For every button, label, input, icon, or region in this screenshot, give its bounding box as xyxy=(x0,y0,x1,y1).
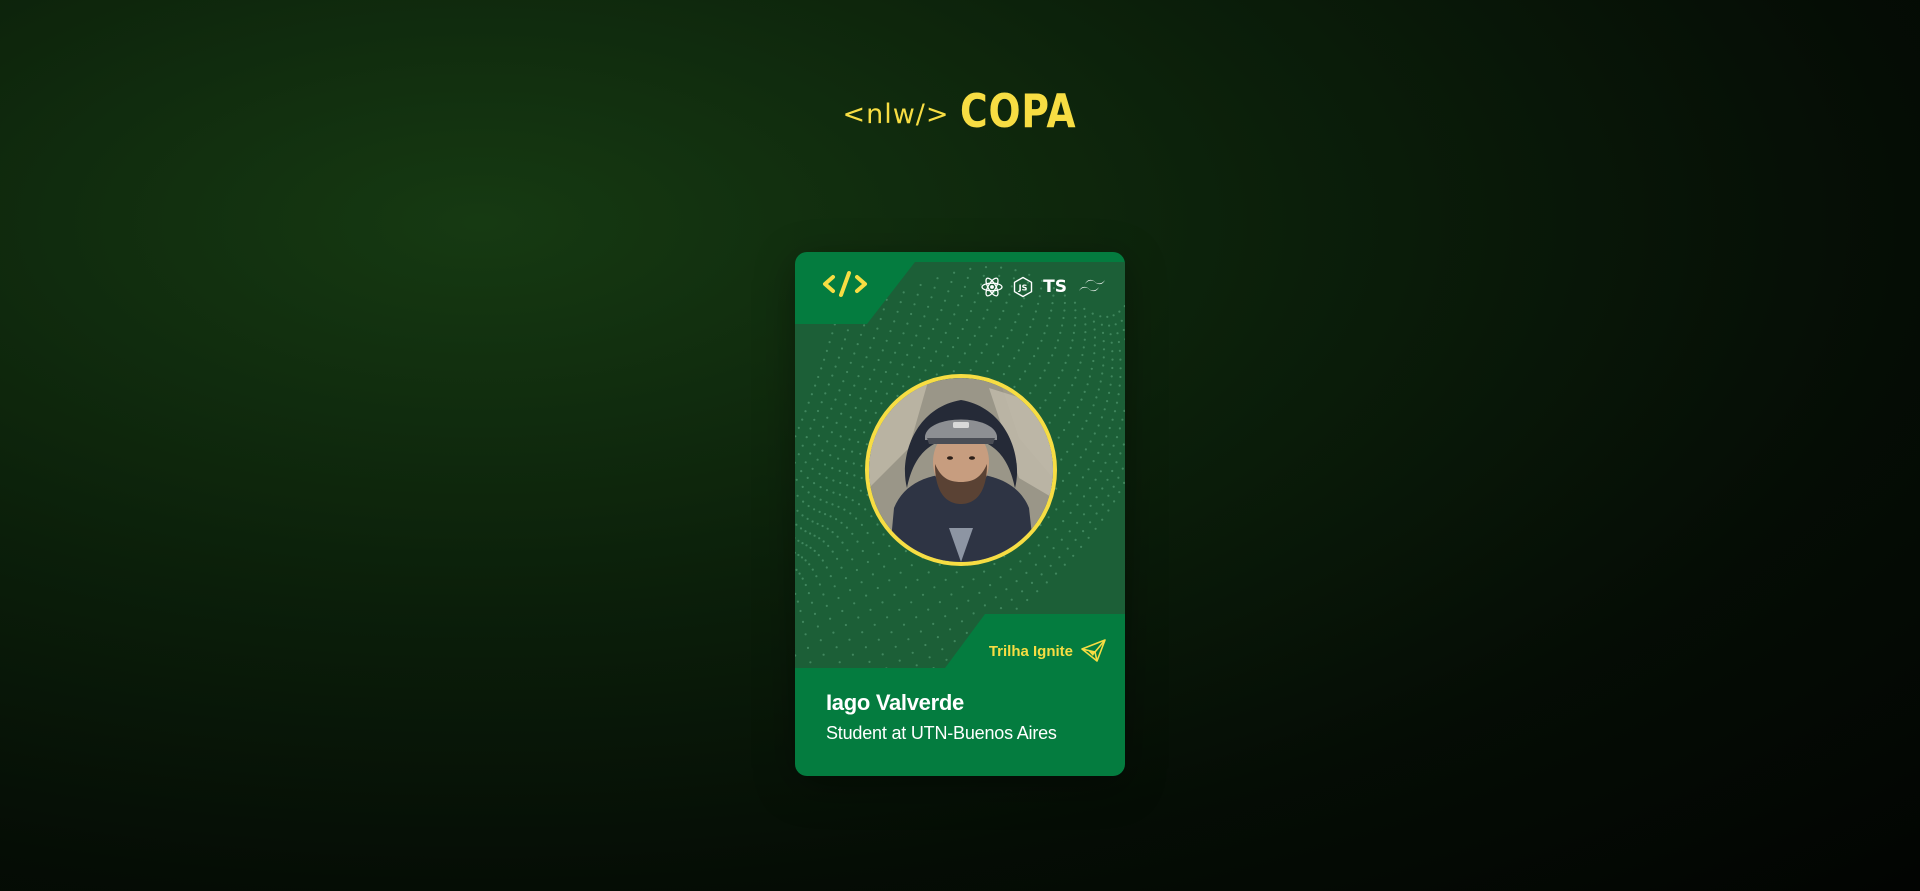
profile-card: JS TS Trilha Ignite Iago Valverde Studen… xyxy=(795,252,1125,776)
typescript-icon: TS xyxy=(1043,276,1067,297)
paper-plane-icon xyxy=(1081,639,1106,662)
logo-copa-text: COPA xyxy=(959,84,1076,138)
card-top-panel: JS TS xyxy=(795,252,1125,668)
code-brackets-icon xyxy=(823,271,867,297)
nodejs-icon: JS xyxy=(1013,276,1033,298)
logo-code-text: <nlw/> xyxy=(842,99,950,130)
user-role: Student at UTN-Buenos Aires xyxy=(826,723,1057,743)
user-name: Iago Valverde xyxy=(826,690,964,715)
react-icon xyxy=(981,277,1003,297)
tailwind-icon xyxy=(1079,279,1105,292)
track-badge: Trilha Ignite xyxy=(989,639,1107,663)
svg-text:JS: JS xyxy=(1018,284,1028,293)
user-photo-avatar xyxy=(865,374,1057,566)
track-label: Trilha Ignite xyxy=(988,642,1073,660)
nlw-copa-logo: <nlw/> COPA xyxy=(0,88,1920,134)
tech-stack-icons: JS TS xyxy=(981,276,1107,298)
